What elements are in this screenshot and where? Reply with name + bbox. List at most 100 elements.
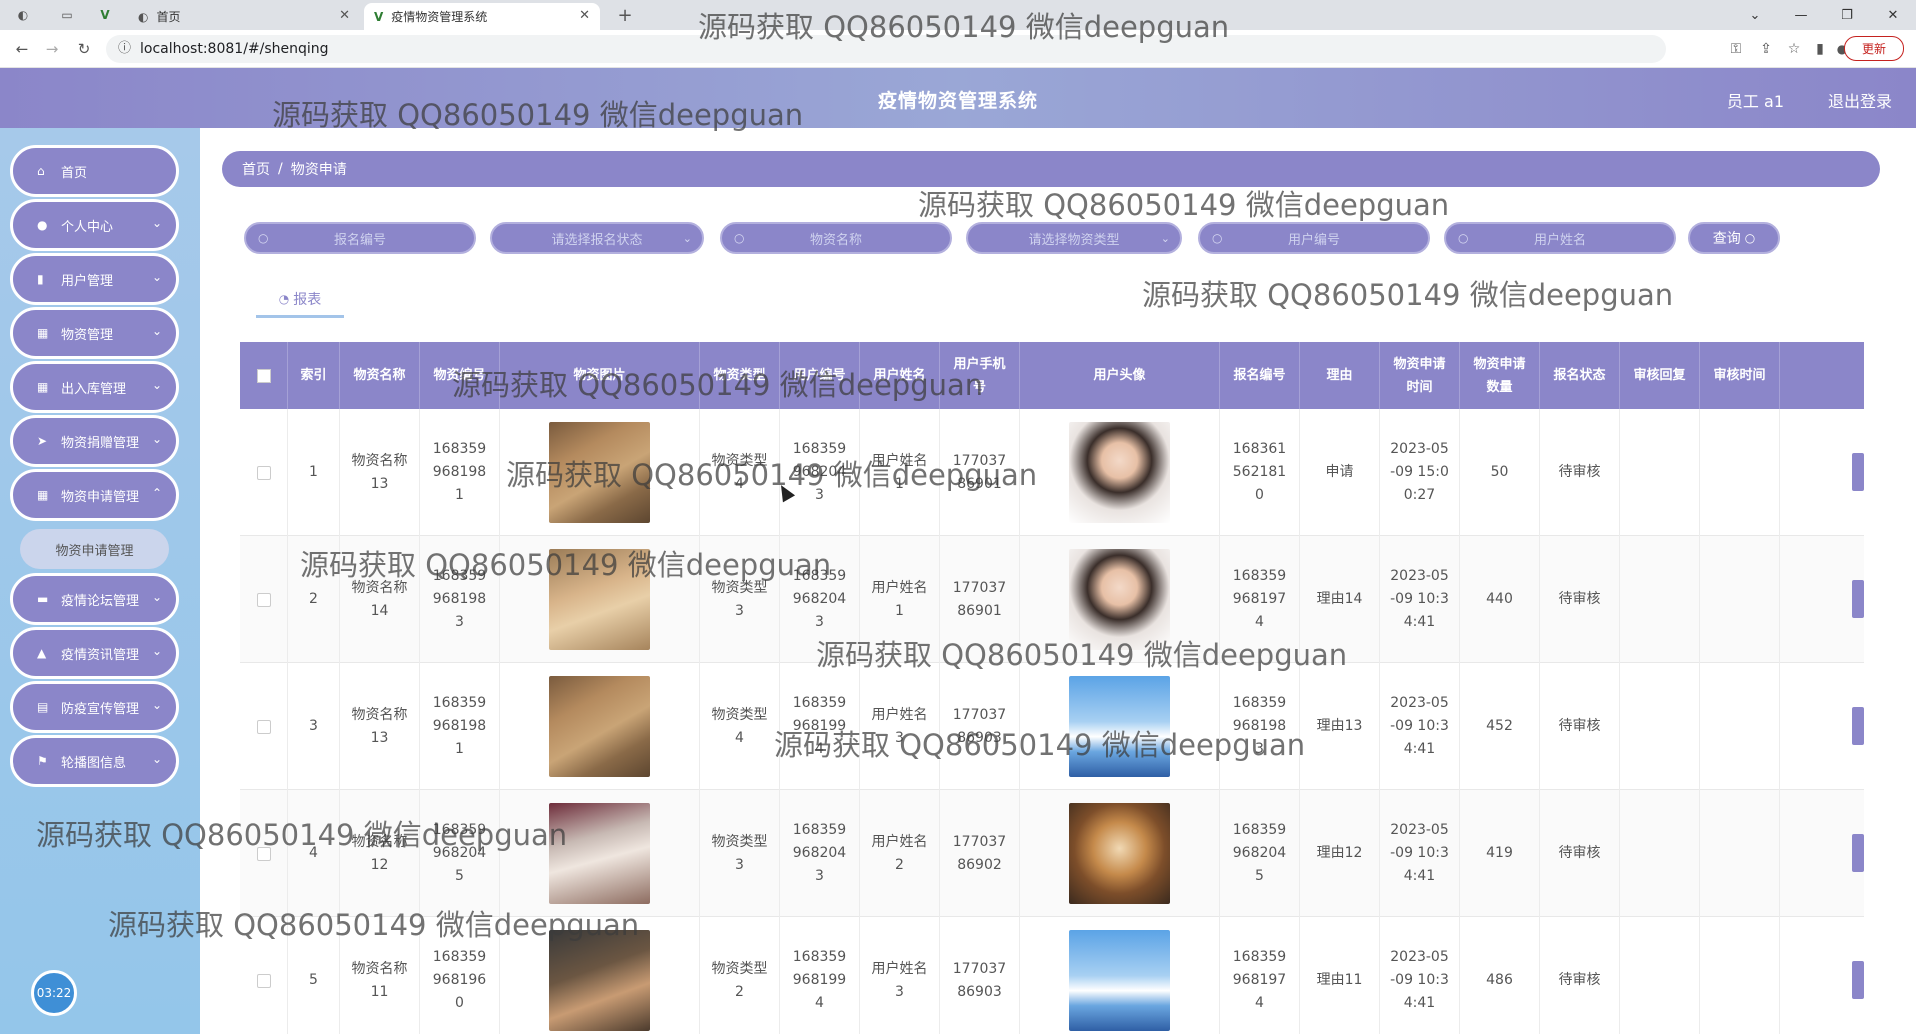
status-select[interactable]: 请选择报名状态 ⌄ xyxy=(490,222,704,254)
row-check-cell xyxy=(240,663,288,790)
cell-apply-qty: 419 xyxy=(1460,790,1540,917)
row-action-button[interactable] xyxy=(1852,453,1864,491)
sidebar-item-news[interactable]: ▲ 疫情资讯管理 ⌄ xyxy=(10,627,179,679)
cell-apply-time: 2023-05-09 10:34:41 xyxy=(1380,790,1460,917)
cell-wuzi-type: 物资类型4 xyxy=(700,663,780,790)
wuzi-photo[interactable] xyxy=(549,549,650,650)
sidebar-item-carousel[interactable]: ⚑ 轮播图信息 ⌄ xyxy=(10,735,179,787)
user-avatar[interactable] xyxy=(1069,803,1170,904)
sidebar-subitem-application[interactable]: 物资申请管理 xyxy=(20,529,169,569)
query-label: 查询 xyxy=(1712,231,1741,247)
cell-reason: 理由13 xyxy=(1300,663,1380,790)
user-avatar[interactable] xyxy=(1069,549,1170,650)
row-checkbox[interactable] xyxy=(256,973,271,988)
row-action-button[interactable] xyxy=(1852,961,1864,999)
chevron-down-icon: ⌄ xyxy=(151,590,162,604)
tab-favicon-blank-icon[interactable]: ▭ xyxy=(58,6,76,24)
tab-search-icon[interactable]: ⌄ xyxy=(1732,0,1778,30)
browser-tab-app[interactable]: V 疫情物资管理系统 ✕ xyxy=(364,3,600,30)
sidebar-item-inout[interactable]: ▦ 出入库管理 ⌄ xyxy=(10,361,179,413)
browser-profile-icon[interactable]: ◐ xyxy=(14,6,32,24)
share-icon[interactable]: ⇪ xyxy=(1756,39,1776,59)
window-controls: ⌄ — ❐ ✕ xyxy=(1732,0,1916,30)
cell-index: 1 xyxy=(288,409,340,536)
flag-icon: ⚑ xyxy=(37,754,48,768)
cell-wuzi-type: 物资类型2 xyxy=(700,917,780,1034)
row-action-button[interactable] xyxy=(1852,834,1864,872)
sidebar: ⌂ 首页 ● 个人中心 ⌄ ▮ 用户管理 ⌄ ▦ 物资管理 ⌄ ▦ 出入库管理 … xyxy=(0,128,200,1034)
sidebar-item-supplies[interactable]: ▦ 物资管理 ⌄ xyxy=(10,307,179,359)
forward-icon[interactable]: → xyxy=(42,39,62,59)
cell-phone: 17703786903 xyxy=(940,917,1020,1034)
cell-avatar xyxy=(1020,663,1220,790)
table-row: 4 物资名称12 1683599682045 物资类型3 16835996820… xyxy=(240,790,1864,917)
sidebar-item-profile[interactable]: ● 个人中心 ⌄ xyxy=(10,199,179,251)
user-no-input[interactable]: ○ 用户编号 xyxy=(1198,222,1430,254)
restore-icon[interactable]: ❐ xyxy=(1824,0,1870,30)
star-icon[interactable]: ☆ xyxy=(1784,39,1804,59)
user-avatar[interactable] xyxy=(1069,422,1170,523)
sidebar-item-home[interactable]: ⌂ 首页 xyxy=(10,145,179,197)
input-placeholder: 物资名称 xyxy=(809,232,862,248)
wuzi-name-input[interactable]: ○ 物资名称 xyxy=(720,222,952,254)
wuzi-photo[interactable] xyxy=(549,676,650,777)
wuzi-photo[interactable] xyxy=(549,803,650,904)
row-checkbox[interactable] xyxy=(256,719,271,734)
cell-review-time xyxy=(1700,663,1780,790)
cell-user-no: 1683599682043 xyxy=(780,536,860,663)
back-icon[interactable]: ← xyxy=(12,39,32,59)
logout-link[interactable]: 退出登录 xyxy=(1828,88,1892,112)
sidebar-item-users[interactable]: ▮ 用户管理 ⌄ xyxy=(10,253,179,305)
sidebar-item-propaganda[interactable]: ▤ 防疫宣传管理 ⌄ xyxy=(10,681,179,733)
close-icon[interactable]: ✕ xyxy=(579,8,590,23)
grid-icon: ▦ xyxy=(37,488,49,502)
update-button[interactable]: 更新 xyxy=(1844,36,1904,61)
tab-favicon-icon: ◐ xyxy=(138,9,149,24)
row-checkbox[interactable] xyxy=(256,846,271,861)
user-name-input[interactable]: ○ 用户姓名 xyxy=(1444,222,1676,254)
row-action-button[interactable] xyxy=(1852,707,1864,745)
col-review-time: 审核时间 xyxy=(1700,342,1780,409)
row-checkbox[interactable] xyxy=(256,465,271,480)
minimize-icon[interactable]: — xyxy=(1778,0,1824,30)
baoming-no-input[interactable]: ○ 报名编号 xyxy=(244,222,476,254)
monitor-icon: ▬ xyxy=(37,592,49,606)
row-action-button[interactable] xyxy=(1852,580,1864,618)
info-icon[interactable]: ⓘ xyxy=(118,35,131,63)
cell-apply-time: 2023-05-09 10:34:41 xyxy=(1380,663,1460,790)
sidebar-item-label: 疫情资讯管理 xyxy=(61,647,140,663)
sidebar-item-application[interactable]: ▦ 物资申请管理 ⌃ xyxy=(10,469,179,521)
reload-icon[interactable]: ↻ xyxy=(74,39,94,59)
cell-reply xyxy=(1620,917,1700,1034)
browser-tab-home[interactable]: ◐ 首页 ✕ xyxy=(128,3,360,30)
cell-reason: 申请 xyxy=(1300,409,1380,536)
url-field[interactable]: ⓘ localhost:8081/#/shenqing xyxy=(106,35,1666,63)
select-placeholder: 请选择报名状态 xyxy=(551,232,643,248)
user-avatar[interactable] xyxy=(1069,676,1170,777)
tab-report[interactable]: ◔ 报表 xyxy=(256,282,344,318)
wuzi-photo[interactable] xyxy=(549,930,650,1031)
sidepanel-icon[interactable]: ▮ xyxy=(1810,39,1830,59)
cell-wuzi-name: 物资名称13 xyxy=(340,663,420,790)
sidebar-item-forum[interactable]: ▬ 疫情论坛管理 ⌄ xyxy=(10,573,179,625)
cell-user-no: 1683599681994 xyxy=(780,663,860,790)
wuzi-photo[interactable] xyxy=(549,422,650,523)
type-select[interactable]: 请选择物资类型 ⌄ xyxy=(966,222,1182,254)
sidebar-item-donation[interactable]: ➤ 物资捐赠管理 ⌄ xyxy=(10,415,179,467)
close-icon[interactable]: ✕ xyxy=(339,8,350,23)
new-tab-icon[interactable]: + xyxy=(616,5,634,26)
close-window-icon[interactable]: ✕ xyxy=(1870,0,1916,30)
select-all-checkbox[interactable] xyxy=(256,368,271,383)
cell-apply-qty: 440 xyxy=(1460,536,1540,663)
vue-logo-icon[interactable]: V xyxy=(96,6,114,24)
watermark-text: 源码获取 QQ86050149 微信deepguan xyxy=(918,188,1450,222)
query-button[interactable]: 查询 ○ xyxy=(1688,222,1780,254)
cell-wuzi-no: 1683599681981 xyxy=(420,409,500,536)
cell-apply-qty: 50 xyxy=(1460,409,1540,536)
row-checkbox[interactable] xyxy=(256,592,271,607)
key-icon[interactable]: ⚿ xyxy=(1726,39,1746,59)
tab-label: 首页 xyxy=(156,10,181,24)
breadcrumb-home[interactable]: 首页 xyxy=(242,159,270,179)
cell-review-time xyxy=(1700,917,1780,1034)
user-avatar[interactable] xyxy=(1069,930,1170,1031)
